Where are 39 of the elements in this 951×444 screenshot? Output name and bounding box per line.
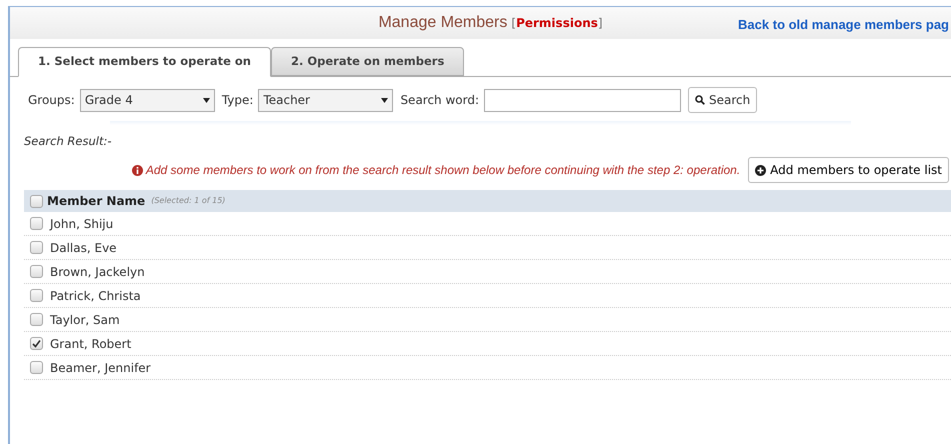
bracket: [ <box>511 15 516 32</box>
back-link[interactable]: Back to old manage members pag <box>738 15 949 34</box>
info-message: Add some members to work on from the search result shown below before continuing with the step 2: operation. <box>146 162 740 180</box>
row-checkbox[interactable] <box>30 361 43 374</box>
member-name: John, Shiju <box>50 216 114 233</box>
bracket: ] <box>598 15 603 32</box>
row-checkbox[interactable] <box>30 265 43 278</box>
member-name: Taylor, Sam <box>50 312 120 329</box>
search-icon <box>695 95 706 105</box>
select-all-checkbox[interactable] <box>30 194 43 208</box>
search-result-label: Search Result:- <box>23 133 112 150</box>
groups-label: Groups: <box>28 92 75 109</box>
info-icon <box>132 164 143 176</box>
type-label: Type: <box>222 92 254 109</box>
row-checkbox[interactable] <box>30 241 43 254</box>
tab[interactable]: 2. Operate on members <box>271 47 464 76</box>
caret-icon <box>381 98 388 102</box>
row-checkbox[interactable] <box>30 313 43 326</box>
row-checkbox[interactable] <box>30 217 43 230</box>
member-name: Beamer, Jennifer <box>50 360 151 377</box>
row-checkbox[interactable] <box>30 289 43 302</box>
member-name: Brown, Jackelyn <box>50 264 145 281</box>
type-dropdown[interactable]: Teacher <box>258 88 394 112</box>
caret-icon <box>202 98 210 102</box>
page-title: Manage Members <box>378 13 508 33</box>
add-members-button[interactable]: Add members to operate list <box>748 157 949 184</box>
member-name: Patrick, Christa <box>50 288 141 305</box>
selected-count: (Selected: 1 of 15) <box>151 195 226 208</box>
row-checkbox[interactable] <box>30 337 43 350</box>
permissions-link[interactable]: Permissions <box>516 14 598 32</box>
search-field[interactable] <box>484 88 682 112</box>
groups-dropdown[interactable]: Grade 4 <box>80 88 215 112</box>
member-name: Grant, Robert <box>50 336 132 353</box>
member-name: Dallas, Eve <box>50 240 117 257</box>
search-button[interactable]: Search <box>688 87 758 113</box>
search-label: Search word: <box>400 92 480 109</box>
plus-circle-icon <box>755 164 766 176</box>
column-header: Member Name <box>47 193 146 210</box>
tab[interactable]: 1. Select members to operate on <box>18 47 271 77</box>
